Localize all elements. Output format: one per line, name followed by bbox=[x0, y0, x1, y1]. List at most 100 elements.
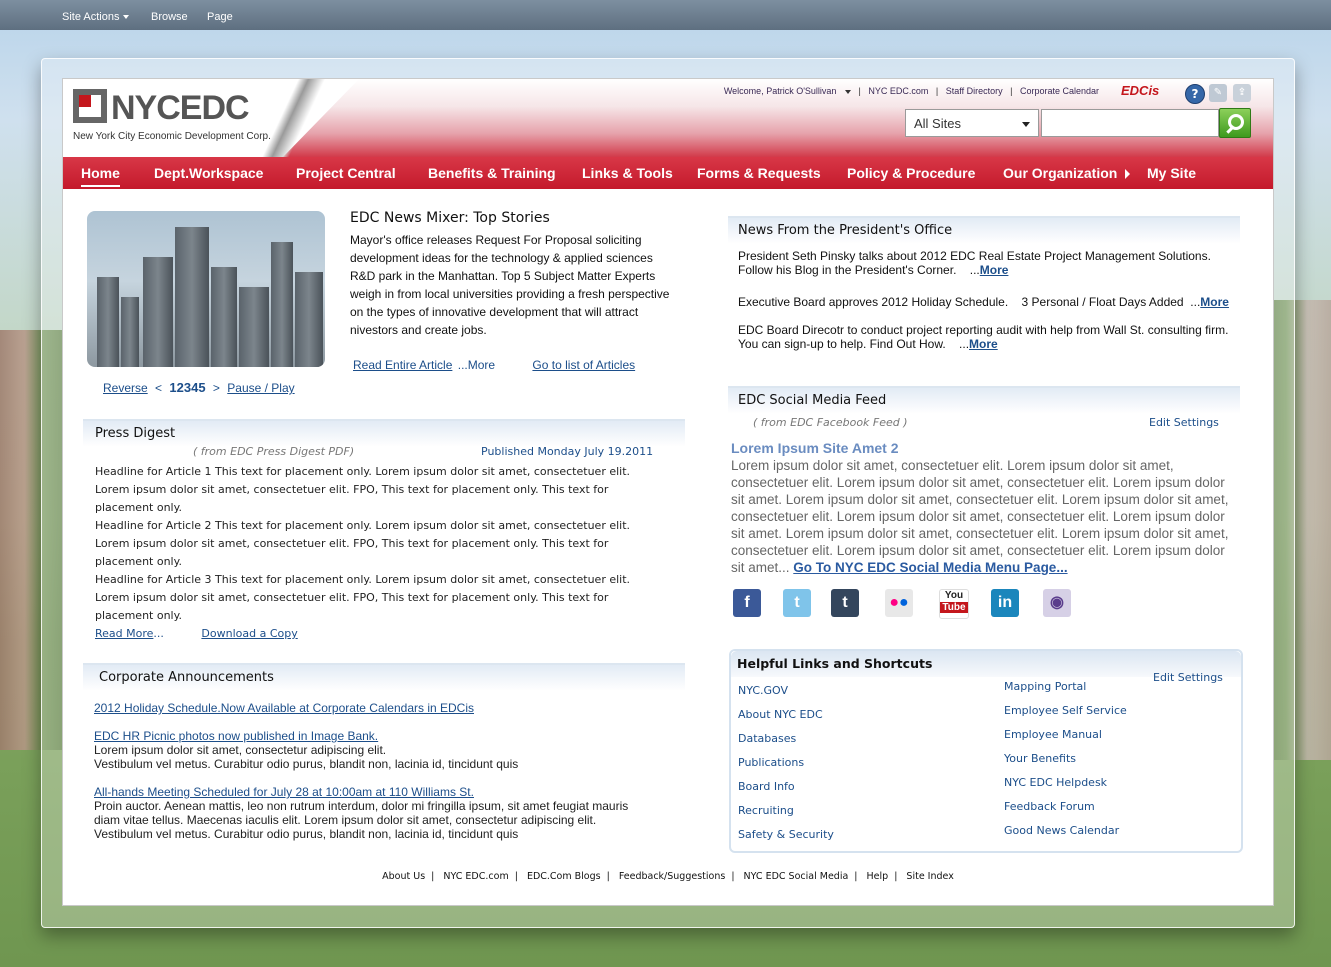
footer-about-us-link[interactable]: About Us bbox=[382, 871, 425, 882]
president-news-item: Executive Board approves 2012 Holiday Sc… bbox=[738, 295, 1229, 309]
helpful-link[interactable]: Board Info bbox=[738, 780, 795, 793]
announcement-text: Vestibulum vel metus. Curabitur odio pur… bbox=[94, 757, 519, 771]
flickr-icon[interactable]: ●● bbox=[885, 589, 913, 617]
footer-nycedc-link[interactable]: NYC EDC.com bbox=[443, 871, 508, 882]
footer-social-media-link[interactable]: NYC EDC Social Media bbox=[744, 871, 849, 882]
logo-text[interactable]: NYCEDC bbox=[111, 89, 250, 127]
announcement-text: diam vitae tellus. Maecenas iaculis elit… bbox=[94, 813, 597, 827]
nav-links-tools[interactable]: Links & Tools bbox=[582, 165, 673, 181]
tag-icon[interactable]: ✎ bbox=[1209, 84, 1227, 102]
page-3[interactable]: 3 bbox=[184, 380, 191, 395]
social-feed-header: EDC Social Media Feed bbox=[728, 386, 1240, 414]
announcements-title: Corporate Announcements bbox=[99, 670, 274, 685]
nav-policy-procedure[interactable]: Policy & Procedure bbox=[847, 165, 975, 181]
helpful-link[interactable]: Employee Self Service bbox=[1004, 704, 1127, 717]
linkedin-icon[interactable]: in bbox=[991, 589, 1019, 617]
facebook-icon[interactable]: f bbox=[733, 589, 761, 617]
social-post-line: sit amet. Lorem ipsum dolor sit amet, co… bbox=[731, 526, 1229, 541]
helpful-link[interactable]: Your Benefits bbox=[1004, 752, 1076, 765]
search-icon[interactable] bbox=[1219, 108, 1251, 138]
footer-feedback-link[interactable]: Feedback/Suggestions bbox=[619, 871, 726, 882]
search-scope-select[interactable]: All Sites bbox=[905, 109, 1039, 137]
president-news-header: News From the President's Office bbox=[728, 216, 1240, 244]
helpful-link[interactable]: Publications bbox=[738, 756, 804, 769]
building bbox=[239, 287, 269, 367]
helpful-link[interactable]: NYC.GOV bbox=[738, 684, 788, 697]
announcement-text: Vestibulum vel metus. Curabitur odio pur… bbox=[94, 827, 519, 841]
nav-dept-workspace[interactable]: Dept.Workspace bbox=[154, 165, 263, 181]
helpful-link[interactable]: Good News Calendar bbox=[1004, 824, 1119, 837]
helpful-link[interactable]: NYC EDC Helpdesk bbox=[1004, 776, 1107, 789]
building bbox=[121, 297, 139, 367]
separator: | bbox=[431, 871, 435, 882]
corporate-calendar-link[interactable]: Corporate Calendar bbox=[1020, 86, 1099, 96]
news-skyline-image[interactable] bbox=[87, 211, 325, 367]
help-icon[interactable]: ? bbox=[1185, 84, 1205, 104]
read-entire-article-link[interactable]: Read Entire Article bbox=[353, 358, 452, 372]
pause-play-button[interactable]: Pause / Play bbox=[227, 381, 294, 395]
podcast-icon[interactable]: ◉ bbox=[1043, 589, 1071, 617]
news-more-link[interactable]: ...More bbox=[458, 358, 495, 372]
download-copy-link[interactable]: Download a Copy bbox=[201, 627, 297, 640]
announcement-link[interactable]: 2012 Holiday Schedule.Now Available at C… bbox=[94, 701, 694, 715]
page-1[interactable]: 1 bbox=[169, 380, 176, 395]
page-tab[interactable]: Page bbox=[207, 11, 233, 23]
separator: | bbox=[894, 871, 898, 882]
footer-site-index-link[interactable]: Site Index bbox=[906, 871, 953, 882]
helpful-link[interactable]: About NYC EDC bbox=[738, 708, 823, 721]
welcome-menu[interactable]: Welcome, Patrick O'Sullivan bbox=[722, 86, 851, 96]
helpful-link[interactable]: Databases bbox=[738, 732, 796, 745]
staff-directory-link[interactable]: Staff Directory bbox=[946, 86, 1003, 96]
announcement-item: 2012 Holiday Schedule.Now Available at C… bbox=[94, 701, 694, 715]
read-more-link[interactable]: Read More bbox=[95, 627, 153, 640]
social-edit-settings-link[interactable]: Edit Settings bbox=[1149, 416, 1219, 429]
nav-my-site[interactable]: My Site bbox=[1147, 165, 1196, 181]
footer-blogs-link[interactable]: EDC.Com Blogs bbox=[527, 871, 601, 882]
helpful-link[interactable]: Recruiting bbox=[738, 804, 794, 817]
footer-help-link[interactable]: Help bbox=[867, 871, 889, 882]
tumblr-icon[interactable]: t bbox=[831, 589, 859, 617]
announcement-link[interactable]: All-hands Meeting Scheduled for July 28 … bbox=[94, 785, 694, 799]
helpful-link[interactable]: Feedback Forum bbox=[1004, 800, 1095, 813]
more-link[interactable]: More bbox=[969, 337, 998, 351]
separator: | bbox=[854, 871, 858, 882]
page-2[interactable]: 2 bbox=[177, 380, 184, 395]
nav-project-central[interactable]: Project Central bbox=[296, 165, 396, 181]
nav-forms-requests[interactable]: Forms & Requests bbox=[697, 165, 821, 181]
share-icon[interactable]: ⇪ bbox=[1233, 84, 1251, 102]
social-post-title[interactable]: Lorem Ipsum Site Amet 2 bbox=[731, 440, 899, 456]
youtube-icon[interactable]: You Tube bbox=[939, 589, 969, 619]
separator: | bbox=[935, 86, 939, 96]
social-media-menu-link[interactable]: Go To NYC EDC Social Media Menu Page... bbox=[793, 560, 1067, 575]
nav-benefits-training[interactable]: Benefits & Training bbox=[428, 165, 556, 181]
press-line: placement only. bbox=[95, 609, 183, 622]
helpful-link[interactable]: Mapping Portal bbox=[1004, 680, 1086, 693]
more-link[interactable]: More bbox=[1200, 295, 1229, 309]
announcement-link[interactable]: EDC HR Picnic photos now published in Im… bbox=[94, 729, 694, 743]
press-digest-published: Published Monday July 19.2011 bbox=[481, 445, 654, 458]
edcis-link[interactable]: EDCis bbox=[1121, 83, 1159, 98]
site-actions-menu[interactable]: Site Actions bbox=[62, 11, 130, 23]
search-input[interactable] bbox=[1041, 109, 1219, 137]
go-to-articles-link[interactable]: Go to list of Articles bbox=[532, 358, 635, 372]
prev-arrow-icon[interactable]: < bbox=[155, 381, 162, 395]
president-news-text: You can sign-up to help. Find Out How. bbox=[738, 337, 946, 351]
nycedc-logo-icon[interactable] bbox=[73, 89, 107, 123]
reverse-button[interactable]: Reverse bbox=[103, 381, 148, 395]
president-news-text: EDC Board Direcotr to conduct project re… bbox=[738, 323, 1229, 337]
separator: | bbox=[514, 871, 518, 882]
helpful-edit-settings-link[interactable]: Edit Settings bbox=[1153, 671, 1223, 684]
news-title: EDC News Mixer: Top Stories bbox=[350, 210, 550, 226]
page-5[interactable]: 5 bbox=[198, 380, 205, 395]
browse-tab[interactable]: Browse bbox=[151, 11, 188, 23]
building bbox=[295, 272, 323, 367]
chevron-down-icon bbox=[123, 15, 130, 20]
helpful-link[interactable]: Safety & Security bbox=[738, 828, 834, 841]
next-arrow-icon[interactable]: > bbox=[213, 381, 220, 395]
nav-home[interactable]: Home bbox=[81, 165, 120, 187]
nav-our-organization[interactable]: Our Organization bbox=[1003, 165, 1131, 181]
nycedc-com-link[interactable]: NYC EDC.com bbox=[868, 86, 928, 96]
more-link[interactable]: More bbox=[980, 263, 1009, 277]
helpful-link[interactable]: Employee Manual bbox=[1004, 728, 1102, 741]
twitter-icon[interactable]: t bbox=[783, 589, 811, 617]
